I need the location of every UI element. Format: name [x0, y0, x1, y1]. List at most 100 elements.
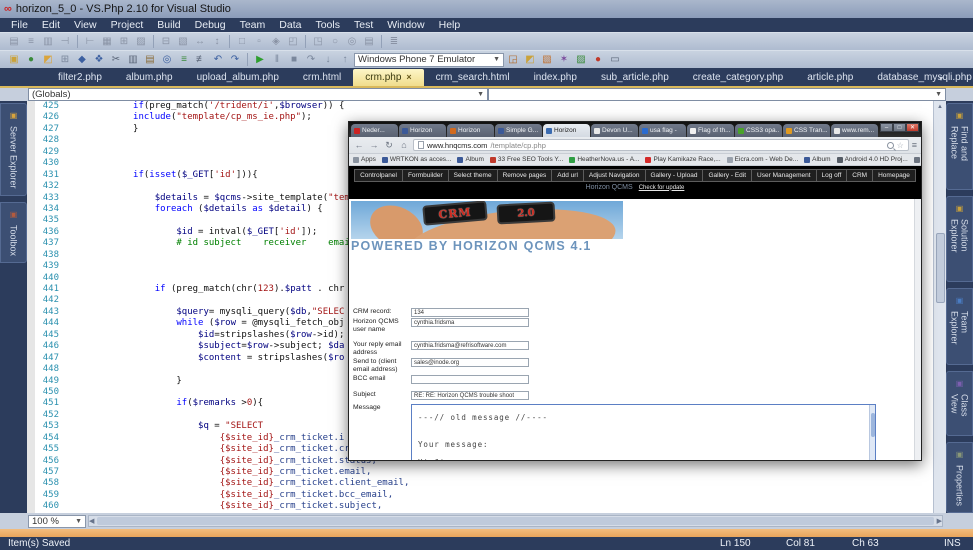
align-center-icon[interactable]: ≡: [23, 34, 39, 49]
space-v-icon[interactable]: ↕: [209, 34, 225, 49]
tab-create_category-php[interactable]: create_category.php: [681, 69, 795, 86]
table-icon[interactable]: ▤: [361, 34, 377, 49]
size-width-icon[interactable]: ▫: [251, 34, 267, 49]
menu-file[interactable]: File: [4, 18, 35, 32]
align-right-icon[interactable]: ▥: [40, 34, 56, 49]
stop-icon[interactable]: ■: [286, 52, 302, 67]
ungroup-icon[interactable]: ◎: [344, 34, 360, 49]
menu-help[interactable]: Help: [432, 18, 468, 32]
nav-button-controlpanel[interactable]: Controlpanel: [354, 169, 402, 182]
check-update-link[interactable]: Check for update: [639, 185, 685, 191]
nav-button-formbuilder[interactable]: Formbuilder: [402, 169, 448, 182]
rail-tab-class-view[interactable]: ▣Class View: [946, 371, 973, 436]
browser-menu-icon[interactable]: ≡: [912, 140, 917, 150]
console-icon[interactable]: ▭: [607, 52, 623, 67]
rail-tab-toolbox[interactable]: ▣Toolbox: [0, 202, 27, 263]
home-icon[interactable]: ⌂: [398, 140, 410, 150]
tab-index-php[interactable]: index.php: [522, 69, 589, 86]
sync-icon[interactable]: ◩: [522, 52, 538, 67]
uncomment-icon[interactable]: ≢: [193, 52, 209, 67]
browser-tab[interactable]: CSS Tran...: [783, 124, 830, 137]
indent-icon[interactable]: ⊣: [57, 34, 73, 49]
pause-icon[interactable]: ‖: [269, 52, 285, 67]
tab-crm_search-html[interactable]: crm_search.html: [424, 69, 522, 86]
nav-button-gallery-edit[interactable]: Gallery - Edit: [702, 169, 751, 182]
maximize-button[interactable]: □: [893, 123, 906, 132]
bookmark-item[interactable]: Eicra.com - Web De...: [727, 156, 798, 163]
rail-tab-properties[interactable]: ▣Properties: [946, 442, 973, 513]
scrollbar-thumb[interactable]: [97, 517, 933, 525]
error-list-icon[interactable]: ●: [590, 52, 606, 67]
close-tab-icon[interactable]: ×: [406, 72, 411, 82]
format-icon[interactable]: ▦: [99, 34, 115, 49]
tab-crm-php[interactable]: crm.php×: [353, 69, 423, 86]
bookmark-item[interactable]: Album: [804, 156, 830, 163]
rail-tab-solution-explorer[interactable]: ▣Solution Explorer: [946, 196, 973, 282]
editor-horizontal-scrollbar[interactable]: ◀ ▶: [88, 515, 943, 527]
page-scrollbar[interactable]: [914, 199, 921, 460]
columns-icon[interactable]: ▨: [133, 34, 149, 49]
menu-build[interactable]: Build: [150, 18, 187, 32]
minimize-button[interactable]: –: [880, 123, 893, 132]
copy-icon[interactable]: ▥: [125, 52, 141, 67]
field-input-horizon-qcms-user-name[interactable]: cynthia.fridsma: [411, 318, 529, 327]
browser-tab[interactable]: Neder...: [351, 124, 398, 137]
menu-debug[interactable]: Debug: [188, 18, 233, 32]
add-item-icon[interactable]: ⊞: [57, 52, 73, 67]
rail-tab-find-and-replace[interactable]: ▣Find and Replace: [946, 103, 973, 190]
nav-button-homepage[interactable]: Homepage: [872, 169, 916, 182]
bookmark-item[interactable]: Album: [457, 156, 483, 163]
field-input-your-reply-email-address[interactable]: cynthia.fridsma@refrisoftware.com: [411, 341, 529, 350]
mail-icon[interactable]: ▧: [539, 52, 555, 67]
outdent-icon[interactable]: ⊢: [82, 34, 98, 49]
nav-button-remove-pages[interactable]: Remove pages: [497, 169, 552, 182]
browser-tab[interactable]: Flag of th...: [687, 124, 734, 137]
rail-tab-server-explorer[interactable]: ▣Server Explorer: [0, 103, 27, 196]
tab-sub_article-php[interactable]: sub_article.php: [589, 69, 681, 86]
step-out-icon[interactable]: ↑: [337, 52, 353, 67]
nav-button-adjust-navigation[interactable]: Adjust Navigation: [583, 169, 645, 182]
nav-button-user-management[interactable]: User Management: [751, 169, 815, 182]
bookmark-item[interactable]: 33 Free SEO Tools Y...: [490, 156, 563, 163]
refresh-icon[interactable]: ↻: [383, 140, 395, 151]
space-h-icon[interactable]: ↔: [192, 34, 208, 49]
settings-icon[interactable]: ✶: [556, 52, 572, 67]
scope-dropdown[interactable]: (Globals) ▼: [28, 88, 488, 101]
tab-album-php[interactable]: album.php: [114, 69, 185, 86]
browser-tab[interactable]: Horizon: [399, 124, 446, 137]
browser-tab[interactable]: Simple G...: [495, 124, 542, 137]
scroll-right-icon[interactable]: ▶: [937, 517, 942, 525]
bookmark-item[interactable]: Apps: [353, 156, 376, 163]
forward-icon[interactable]: →: [368, 140, 380, 150]
menu-team[interactable]: Team: [233, 18, 273, 32]
nav-button-add-url[interactable]: Add url: [551, 169, 583, 182]
menu-window[interactable]: Window: [380, 18, 431, 32]
tab-upload_album-php[interactable]: upload_album.php: [185, 69, 291, 86]
order-back-icon[interactable]: ◳: [310, 34, 326, 49]
field-input-bcc-email[interactable]: [411, 375, 529, 384]
tab-article-php[interactable]: article.php: [795, 69, 865, 86]
picture-icon[interactable]: ▨: [573, 52, 589, 67]
merge-icon[interactable]: ⊟: [158, 34, 174, 49]
zoom-dropdown[interactable]: 100 % ▼: [28, 515, 86, 528]
field-input-crm-record-[interactable]: 134: [411, 308, 529, 317]
comment-icon[interactable]: ≡: [176, 52, 192, 67]
cut-icon[interactable]: ✂: [108, 52, 124, 67]
undo-icon[interactable]: ↶: [210, 52, 226, 67]
group-icon[interactable]: ○: [327, 34, 343, 49]
list-icon[interactable]: ≣: [386, 34, 402, 49]
open-file-icon[interactable]: ◩: [40, 52, 56, 67]
scrollbar-thumb[interactable]: [936, 233, 945, 303]
nav-button-crm[interactable]: CRM: [846, 169, 872, 182]
nav-button-log-off[interactable]: Log off: [816, 169, 847, 182]
paste-icon[interactable]: ▤: [142, 52, 158, 67]
menu-data[interactable]: Data: [272, 18, 308, 32]
bookmark-item[interactable]: WRTKON as acces...: [382, 156, 452, 163]
scroll-up-icon[interactable]: ▲: [937, 101, 943, 113]
tab-database_mysqli-php[interactable]: database_mysqli.php: [865, 69, 973, 86]
lock-icon[interactable]: ◈: [268, 34, 284, 49]
search-icon[interactable]: [887, 142, 894, 149]
editor-vertical-scrollbar[interactable]: ▲: [933, 101, 946, 513]
message-textarea[interactable]: ---// old message //---- Your message: H…: [411, 404, 876, 460]
size-same-icon[interactable]: □: [234, 34, 250, 49]
